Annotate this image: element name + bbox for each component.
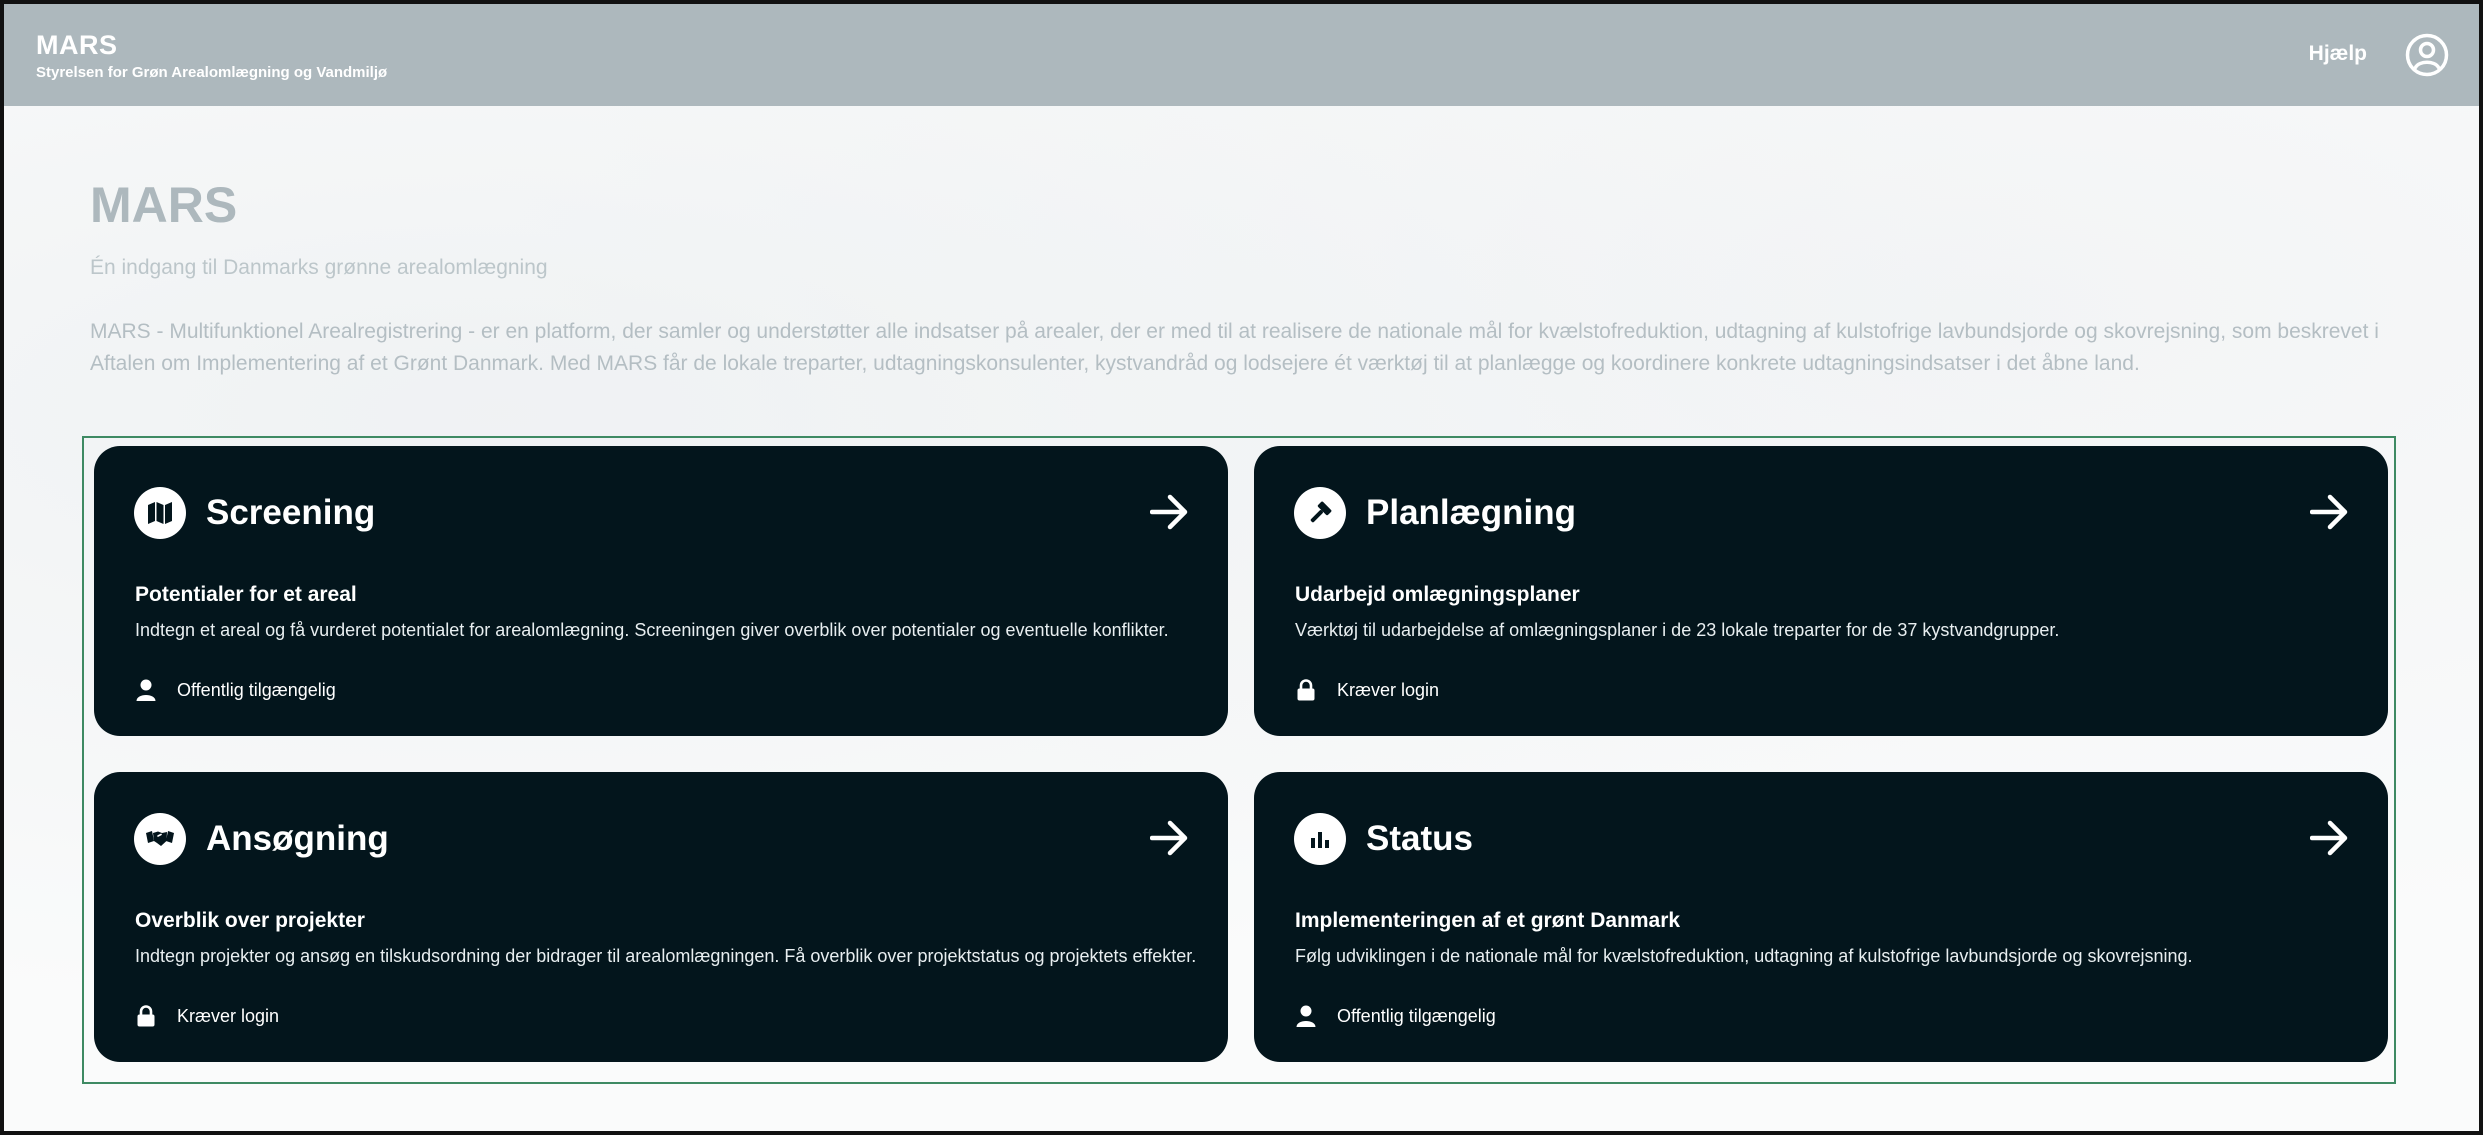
card-title: Status — [1366, 819, 1473, 858]
lock-icon — [135, 1004, 157, 1028]
top-header: MARS Styrelsen for Grøn Arealomlægning o… — [4, 4, 2479, 106]
access-label: Kræver login — [1337, 679, 1440, 700]
card-description: Indtegn projekter og ansøg en tilskudsor… — [135, 946, 1197, 966]
arrow-right-icon[interactable] — [2310, 494, 2350, 530]
handshake-icon — [146, 831, 174, 846]
card-title: Screening — [206, 493, 376, 532]
brand-name[interactable]: MARS — [36, 30, 118, 61]
access-label: Offentlig tilgængelig — [1337, 1005, 1496, 1026]
arrow-right-icon[interactable] — [1150, 820, 1190, 856]
access-info: Offentlig tilgængelig — [1295, 1004, 1496, 1028]
card-description: Følg udviklingen i de nationale mål for … — [1295, 946, 2193, 966]
card-status[interactable]: Status Implementeringen af et grønt Danm… — [1254, 772, 2388, 1062]
card-title: Ansøgning — [206, 819, 389, 858]
card-icon-badge — [1294, 487, 1346, 539]
arrow-right-icon[interactable] — [1150, 494, 1190, 530]
organization-name: Styrelsen for Grøn Arealomlægning og Van… — [36, 64, 388, 81]
page-title: MARS — [90, 177, 238, 233]
main-content: MARS Én indgang til Danmarks grønne area… — [4, 106, 2479, 1131]
card-title: Planlægning — [1366, 493, 1576, 532]
access-info: Kræver login — [1295, 678, 1439, 702]
help-link[interactable]: Hjælp — [2309, 42, 2367, 66]
card-heading: Udarbejd omlægningsplaner — [1295, 583, 1580, 606]
card-icon-badge — [134, 487, 186, 539]
page-subtitle: Én indgang til Danmarks grønne arealomlæ… — [90, 256, 548, 279]
card-icon-badge — [1294, 813, 1346, 865]
card-planlaegning[interactable]: Planlægning Udarbejd omlægningsplaner Væ… — [1254, 446, 2388, 736]
card-heading: Potentialer for et areal — [135, 583, 357, 606]
card-ansoegning[interactable]: Ansøgning Overblik over projekter Indteg… — [94, 772, 1228, 1062]
card-description: Indtegn et areal og få vurderet potentia… — [135, 620, 1169, 640]
map-icon — [148, 502, 172, 524]
bar-chart-icon — [1311, 832, 1329, 848]
card-icon-badge — [134, 813, 186, 865]
app-window: MARS Styrelsen for Grøn Arealomlægning o… — [0, 0, 2483, 1135]
page-description: MARS - Multifunktionel Arealregistrering… — [90, 320, 2379, 375]
arrow-right-icon[interactable] — [2310, 820, 2350, 856]
user-circle-icon — [2405, 33, 2449, 77]
card-description: Værktøj til udarbejdelse af omlægningspl… — [1295, 620, 2060, 640]
module-cards-grid: Screening Potentialer for et areal Indte… — [82, 436, 2396, 1084]
person-icon — [135, 678, 157, 702]
person-icon — [1295, 1004, 1317, 1028]
access-info: Kræver login — [135, 1004, 279, 1028]
lock-icon — [1295, 678, 1317, 702]
access-label: Kræver login — [177, 1005, 280, 1026]
card-screening[interactable]: Screening Potentialer for et areal Indte… — [94, 446, 1228, 736]
hammer-icon — [1310, 501, 1332, 523]
access-info: Offentlig tilgængelig — [135, 678, 336, 702]
card-heading: Implementeringen af et grønt Danmark — [1295, 909, 1681, 932]
user-account-button[interactable] — [2405, 33, 2449, 77]
access-label: Offentlig tilgængelig — [177, 679, 336, 700]
card-heading: Overblik over projekter — [135, 909, 365, 932]
